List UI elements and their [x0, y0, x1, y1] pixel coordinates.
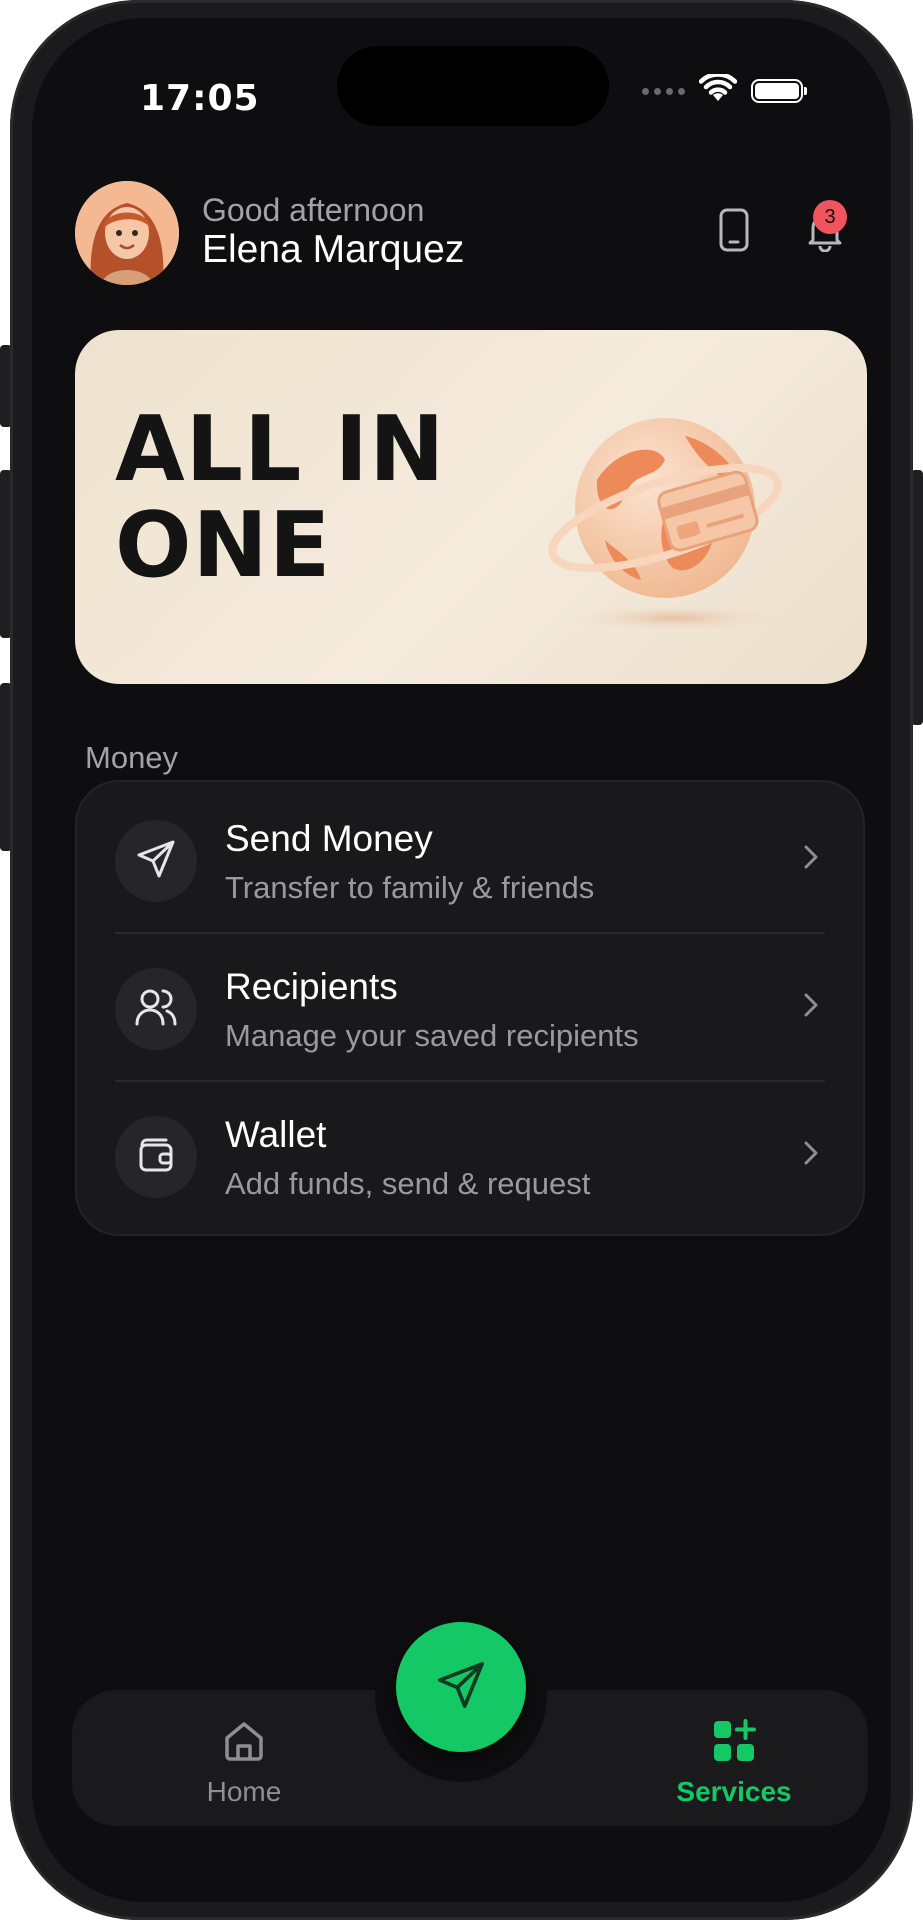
globe-card-illustration: [545, 400, 785, 640]
send-fab-button[interactable]: [396, 1622, 526, 1752]
recipients-title: Recipients: [225, 966, 398, 1007]
users-icon: [134, 986, 178, 1032]
promo-banner[interactable]: ALL IN ONE: [75, 330, 867, 684]
wallet-icon: [136, 1135, 176, 1179]
battery-icon: [751, 79, 807, 103]
money-card: Send Money Transfer to family & friends …: [75, 780, 865, 1236]
device-button[interactable]: [704, 202, 764, 262]
money-section-title: Money: [85, 740, 179, 775]
app-screen: 17:05 Good afternoon Elena Marquez 3 ALL…: [32, 18, 891, 1902]
nav-services[interactable]: Services: [644, 1718, 824, 1808]
nav-services-label: Services: [676, 1776, 792, 1807]
greeting-text: Good afternoon: [202, 192, 425, 228]
dynamic-island: [337, 46, 609, 126]
nav-home-label: Home: [206, 1776, 282, 1807]
wallet-item[interactable]: Wallet Add funds, send & request: [77, 1078, 863, 1224]
wallet-title: Wallet: [225, 1114, 327, 1155]
recipients-subtitle: Manage your saved recipients: [225, 1018, 639, 1053]
wifi-icon: [698, 72, 738, 108]
chevron-right-icon: [803, 1140, 819, 1170]
send-money-subtitle: Transfer to family & friends: [225, 870, 595, 905]
home-icon: [221, 1722, 267, 1768]
nav-home[interactable]: Home: [154, 1718, 334, 1808]
user-name: Elena Marquez: [202, 228, 465, 271]
send-money-icon-container: [115, 820, 197, 902]
status-icons: [642, 72, 807, 108]
send-icon: [135, 838, 177, 884]
send-money-title: Send Money: [225, 818, 433, 859]
wallet-icon-container: [115, 1116, 197, 1198]
chevron-right-icon: [803, 844, 819, 874]
recipients-item[interactable]: Recipients Manage your saved recipients: [77, 930, 863, 1076]
send-icon: [435, 1659, 487, 1715]
chevron-right-icon: [803, 992, 819, 1022]
services-icon: [711, 1719, 757, 1768]
banner-title: ALL IN ONE: [115, 397, 446, 598]
recipients-icon-container: [115, 968, 197, 1050]
smartphone-icon: [719, 208, 749, 256]
status-time: 17:05: [140, 78, 260, 119]
send-money-item[interactable]: Send Money Transfer to family & friends: [77, 782, 863, 928]
avatar[interactable]: [75, 181, 179, 285]
phone-frame: 17:05 Good afternoon Elena Marquez 3 ALL…: [10, 0, 913, 1920]
notification-badge: 3: [813, 200, 847, 234]
signal-icon: [642, 87, 685, 95]
wallet-subtitle: Add funds, send & request: [225, 1166, 591, 1201]
